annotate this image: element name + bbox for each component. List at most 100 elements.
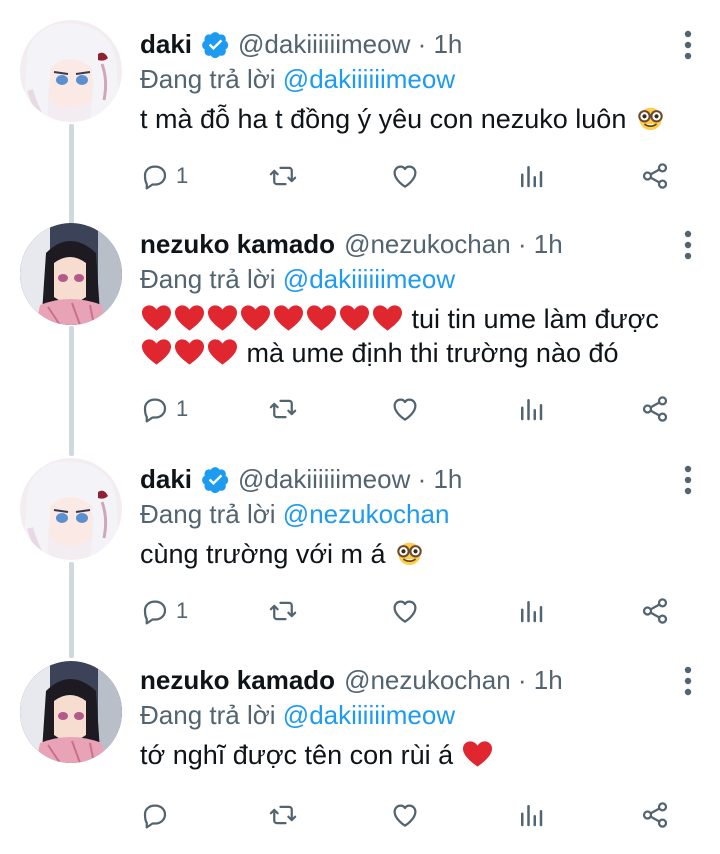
avatar[interactable]: [20, 458, 122, 560]
heart-emoji-group: [140, 338, 239, 368]
more-options-icon[interactable]: [676, 228, 700, 262]
analytics-icon: [521, 166, 543, 188]
retweet-button[interactable]: [268, 389, 298, 429]
analytics-icon: [521, 805, 543, 827]
red-heart-emoji-icon: [372, 305, 403, 331]
red-heart-emoji-icon: [462, 741, 492, 767]
replying-to: Đang trả lời @dakiiiiiimeow: [140, 262, 700, 296]
tweet[interactable]: daki @dakiiiiiimeow · 1h Đang trả lời @d…: [0, 0, 720, 215]
reply-prefix: Đang trả lời: [140, 64, 276, 94]
heart-outline-icon: [393, 165, 417, 188]
red-heart-emoji-icon: [207, 305, 238, 331]
reply-prefix: Đang trả lời: [140, 700, 276, 730]
tweet-text-content: t mà đỗ ha t đồng ý yêu con nezuko luôn: [140, 104, 627, 134]
more-options-icon[interactable]: [676, 28, 700, 62]
nerd-face-emoji-icon: [397, 542, 422, 566]
replying-to: Đang trả lời @dakiiiiiimeow: [140, 62, 700, 96]
tweet-text: tui tin ume làm được mà ume định thi trư…: [140, 302, 700, 370]
heart-outline-icon: [393, 398, 417, 421]
retweet-icon: [269, 166, 297, 186]
avatar[interactable]: [20, 20, 122, 122]
replying-to: Đang trả lời @dakiiiiiimeow: [140, 698, 700, 732]
display-name[interactable]: daki: [140, 463, 192, 495]
analytics-button[interactable]: [516, 156, 546, 196]
like-button[interactable]: [390, 389, 420, 429]
reply-button[interactable]: 1: [140, 389, 188, 429]
tweet-text-content: mà ume định thi trường nào đó: [246, 338, 619, 368]
reply-to-link[interactable]: @dakiiiiiimeow: [283, 64, 455, 94]
reply-to-link[interactable]: @dakiiiiiimeow: [283, 264, 455, 294]
handle-and-time[interactable]: @nezukochan · 1h: [344, 664, 563, 696]
reply-prefix: Đang trả lời: [140, 264, 276, 294]
avatar[interactable]: [20, 661, 122, 763]
tweet-text-content: tớ nghĩ được tên con rùi á: [140, 740, 454, 770]
retweet-icon: [269, 805, 297, 825]
tweet-text-content: tui tin ume làm được: [411, 304, 659, 334]
reply-icon: [143, 165, 167, 190]
display-name[interactable]: nezuko kamado: [140, 664, 335, 696]
handle-and-time[interactable]: @dakiiiiiimeow · 1h: [238, 463, 462, 495]
tweet[interactable]: nezuko kamado @nezukochan · 1h Đang trả …: [0, 655, 720, 854]
share-button[interactable]: [640, 591, 670, 631]
reply-count: 1: [176, 396, 189, 421]
retweet-icon: [269, 399, 297, 419]
share-icon: [642, 598, 668, 624]
analytics-button[interactable]: [516, 591, 546, 631]
display-name[interactable]: nezuko kamado: [140, 228, 335, 260]
retweet-button[interactable]: [268, 591, 298, 631]
more-options-icon[interactable]: [676, 664, 700, 698]
share-button[interactable]: [640, 389, 670, 429]
share-button[interactable]: [640, 156, 670, 196]
share-icon: [642, 396, 668, 422]
tweet[interactable]: nezuko kamado @nezukochan · 1h Đang trả …: [0, 215, 720, 450]
tweet-actions: 1: [140, 156, 680, 196]
tweet-text: t mà đỗ ha t đồng ý yêu con nezuko luôn: [140, 102, 700, 136]
more-options-icon[interactable]: [676, 463, 700, 497]
retweet-button[interactable]: [268, 156, 298, 196]
share-icon: [642, 802, 668, 828]
reply-to-link[interactable]: @nezukochan: [283, 499, 450, 529]
reply-to-link[interactable]: @dakiiiiiimeow: [283, 700, 455, 730]
reply-icon: [143, 398, 167, 423]
handle-and-time[interactable]: @dakiiiiiimeow · 1h: [238, 28, 462, 60]
reply-button[interactable]: 1: [140, 591, 188, 631]
replying-to: Đang trả lời @nezukochan: [140, 497, 700, 531]
analytics-button[interactable]: [516, 389, 546, 429]
like-button[interactable]: [390, 795, 420, 835]
red-heart-emoji-icon: [174, 305, 205, 331]
tweet-text-line: mà ume định thi trường nào đó: [140, 336, 700, 370]
reply-count: 1: [176, 163, 189, 188]
handle-and-time[interactable]: @nezukochan · 1h: [344, 228, 563, 260]
verified-badge-icon: [202, 31, 229, 58]
reply-button[interactable]: [140, 795, 176, 835]
heart-outline-icon: [393, 600, 417, 623]
verified-badge-icon: [202, 466, 229, 493]
analytics-button[interactable]: [516, 795, 546, 835]
nerd-face-emoji-icon: [638, 107, 663, 131]
heart-emoji-group: [140, 304, 404, 334]
tweet-text-line: tui tin ume làm được: [140, 302, 700, 336]
retweet-icon: [269, 601, 297, 621]
red-heart-emoji-icon: [240, 305, 271, 331]
heart-outline-icon: [393, 804, 417, 827]
tweet-text: cùng trường với m á: [140, 537, 700, 571]
red-heart-emoji-icon: [306, 305, 337, 331]
red-heart-emoji-icon: [207, 339, 238, 365]
analytics-icon: [521, 601, 543, 623]
tweet-actions: 1: [140, 389, 680, 429]
reply-button[interactable]: 1: [140, 156, 188, 196]
red-heart-emoji-icon: [273, 305, 304, 331]
avatar[interactable]: [20, 223, 122, 325]
like-button[interactable]: [390, 591, 420, 631]
red-heart-emoji-icon: [141, 305, 172, 331]
reply-icon: [143, 804, 167, 829]
reply-icon: [143, 600, 167, 625]
tweet-text: tớ nghĩ được tên con rùi á: [140, 738, 700, 772]
tweet-actions: 1: [140, 591, 680, 631]
display-name[interactable]: daki: [140, 28, 192, 60]
like-button[interactable]: [390, 156, 420, 196]
share-button[interactable]: [640, 795, 670, 835]
retweet-button[interactable]: [268, 795, 298, 835]
reply-prefix: Đang trả lời: [140, 499, 276, 529]
tweet[interactable]: daki @dakiiiiiimeow · 1h Đang trả lời @n…: [0, 450, 720, 655]
